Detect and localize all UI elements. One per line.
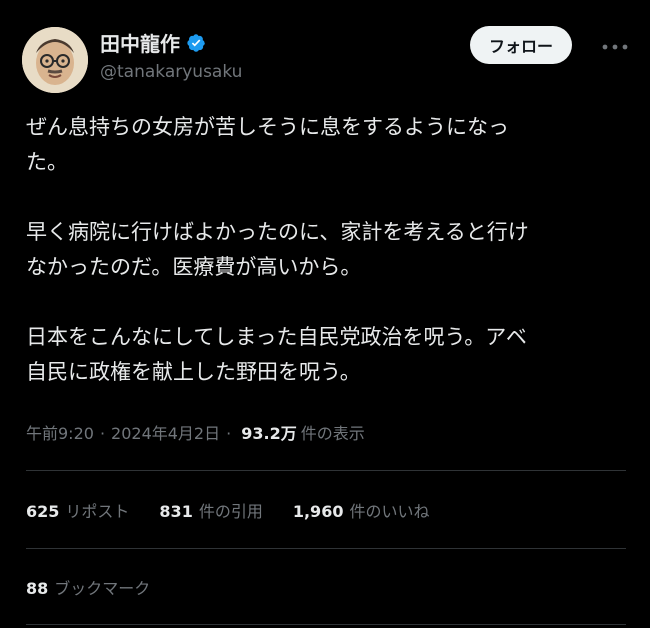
divider [26,470,626,471]
like-label: 件のいいね [349,502,430,521]
bookmark-count: 88 [26,579,49,598]
tweet-date[interactable]: 2024年4月2日 [111,420,220,444]
meta-separator: · [226,424,232,443]
tweet-paragraph: 日本をこんなにしてしまった自民党政治を呪う。アベ 自民に政権を献上した野田を呪う… [26,325,527,384]
divider [26,624,626,625]
tweet-paragraph: 早く病院に行けばよかったのに、家計を考えると行け なかったのだ。医療費が高いから… [26,220,529,279]
avatar-illustration [22,27,88,93]
divider [26,548,626,549]
quote-count: 831 [159,502,193,521]
quote-stat[interactable]: 831 件の引用 [159,498,262,522]
repost-count: 625 [26,502,60,521]
meta-separator: · [99,424,106,443]
bookmark-stat[interactable]: 88 ブックマーク [26,575,150,599]
like-stat[interactable]: 1,960 件のいいね [293,498,430,522]
author-name[interactable]: 田中龍作 [100,28,180,57]
verified-badge-icon[interactable] [186,33,206,53]
quote-label: 件の引用 [198,502,263,521]
tweet-meta: 午前9:20 · 2024年4月2日 · 93.2万 件の表示 [26,420,365,444]
tweet-time[interactable]: 午前9:20 [26,420,94,444]
like-count: 1,960 [292,502,344,521]
author-handle[interactable]: @tanakaryusaku [100,62,242,82]
author-name-row: 田中龍作 [100,28,206,57]
more-options-icon[interactable] [600,40,630,54]
tweet-header: 田中龍作 @tanakaryusaku フォロー [22,22,630,93]
tweet-text: ぜん息持ちの女房が苦しそうに息をするようになっ た。 早く病院に行けばよかったの… [26,110,626,390]
tweet-paragraph: ぜん息持ちの女房が苦しそうに息をするようになっ た。 [26,115,509,174]
view-count[interactable]: 93.2万 [241,420,296,444]
repost-label: リポスト [65,502,130,521]
repost-stat[interactable]: 625 リポスト [26,498,129,522]
engagement-stats: 625 リポスト 831 件の引用 1,960 件のいいね [26,498,459,522]
bookmark-label: ブックマーク [54,579,151,598]
view-count-label: 件の表示 [300,424,365,443]
follow-button[interactable]: フォロー [470,26,572,64]
avatar[interactable] [22,27,88,93]
